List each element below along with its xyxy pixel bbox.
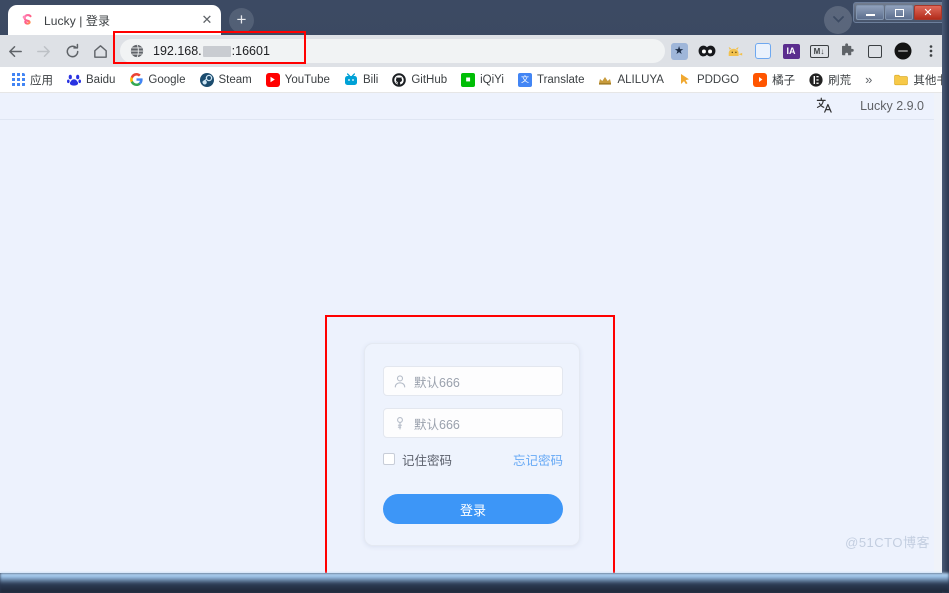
toolbar-icon-group: ★ IA M↓ bbox=[665, 38, 949, 64]
browser-tab-lucky[interactable]: Lucky | 登录 ✕ bbox=[8, 5, 221, 35]
tab-title: Lucky | 登录 bbox=[44, 13, 111, 28]
bookmark-label: YouTube bbox=[284, 73, 330, 86]
page-scrollbar[interactable] bbox=[934, 93, 942, 573]
bookmark-youtube[interactable]: YouTube bbox=[260, 71, 336, 89]
url-redaction-block bbox=[202, 45, 231, 57]
markdown-extension-icon[interactable]: M↓ bbox=[806, 38, 832, 64]
apps-grid-icon bbox=[11, 73, 25, 87]
language-switcher[interactable] bbox=[815, 96, 834, 117]
bookmark-apps[interactable]: 应用 bbox=[5, 70, 59, 90]
extensions-puzzle-icon[interactable] bbox=[834, 38, 860, 64]
bookmark-aliluya[interactable]: ALILUYA bbox=[592, 71, 669, 89]
bookmark-label: GitHub bbox=[411, 73, 448, 86]
bookmark-iqiyi[interactable]: ◼ iQiYi bbox=[455, 71, 510, 89]
bookmark-label: PDDGO bbox=[696, 73, 740, 86]
new-tab-button[interactable]: + bbox=[229, 8, 254, 33]
folder-icon bbox=[894, 73, 909, 87]
steam-icon bbox=[199, 72, 214, 87]
login-submit-button[interactable]: 登录 bbox=[383, 494, 563, 524]
bilibili-icon bbox=[344, 73, 358, 87]
translate-icon: 文 bbox=[517, 72, 532, 87]
remember-password-label: 记住密码 bbox=[402, 453, 453, 468]
bookmark-label: ALILUYA bbox=[617, 73, 664, 86]
page-top-bar: Lucky 2.9.0 bbox=[815, 93, 942, 119]
bookmark-translate[interactable]: 文 Translate bbox=[512, 71, 591, 89]
user-icon bbox=[393, 374, 406, 388]
pddgo-icon bbox=[678, 73, 692, 87]
login-card: 默认666 默认666 记住密码 忘记密码 登录 bbox=[364, 343, 580, 546]
side-panel-icon[interactable] bbox=[862, 38, 888, 64]
username-field[interactable]: 默认666 bbox=[383, 366, 563, 396]
profile-avatar[interactable] bbox=[890, 38, 916, 64]
baidu-icon bbox=[67, 73, 81, 87]
bookmark-shuahuang[interactable]: 刷荒 bbox=[803, 70, 857, 90]
watermark-label: @51CTO博客 bbox=[845, 535, 930, 550]
ia-extension-icon[interactable]: IA bbox=[778, 38, 804, 64]
bookmark-label: Steam bbox=[218, 73, 252, 86]
window-minimize-button[interactable] bbox=[856, 5, 884, 20]
window-frame-right bbox=[942, 0, 949, 593]
blue-extension-icon[interactable] bbox=[750, 38, 776, 64]
bookmark-other-folder[interactable]: 其他书签 bbox=[888, 70, 949, 90]
password-placeholder: 默认666 bbox=[414, 417, 460, 432]
bookmark-github[interactable]: GitHub bbox=[386, 71, 453, 89]
tab-search-chevron-icon[interactable] bbox=[824, 6, 852, 34]
bookmark-label: 橘子 bbox=[772, 74, 796, 87]
bookmark-label: Baidu bbox=[86, 73, 116, 86]
bookmark-label: Bili bbox=[362, 73, 379, 86]
translate-language-icon bbox=[815, 96, 834, 117]
bookmark-bili[interactable]: Bili bbox=[338, 71, 384, 89]
page-header-divider bbox=[0, 119, 942, 120]
bookmark-label: Google bbox=[148, 73, 186, 86]
youtube-icon bbox=[265, 72, 280, 87]
url-prefix: 192.168. bbox=[153, 44, 202, 58]
window-close-button[interactable]: ✕ bbox=[914, 5, 942, 20]
forward-icon[interactable] bbox=[31, 37, 58, 65]
google-icon bbox=[129, 73, 143, 87]
bookmark-star-icon[interactable]: ★ bbox=[666, 38, 692, 64]
iqiyi-icon: ◼ bbox=[461, 72, 476, 87]
bookmark-juzi[interactable]: 橘子 bbox=[747, 70, 801, 90]
juzi-icon bbox=[753, 72, 768, 87]
bookmark-steam[interactable]: Steam bbox=[194, 71, 258, 89]
browser-toolbar: 192.168. :16601 ★ IA M↓ bbox=[0, 35, 949, 67]
bookmark-google[interactable]: Google bbox=[123, 71, 191, 89]
back-icon[interactable] bbox=[2, 37, 29, 65]
tab-close-icon[interactable]: ✕ bbox=[199, 12, 215, 28]
globe-icon bbox=[130, 44, 144, 58]
url-suffix: :16601 bbox=[231, 44, 270, 58]
password-field[interactable]: 默认666 bbox=[383, 408, 563, 438]
bookmark-label: iQiYi bbox=[480, 73, 504, 86]
bookmark-label: 刷荒 bbox=[828, 74, 852, 87]
remember-password-checkbox[interactable] bbox=[383, 453, 395, 465]
bookmark-baidu[interactable]: Baidu bbox=[61, 71, 121, 89]
window-caption-buttons: ✕ bbox=[853, 2, 945, 23]
key-icon bbox=[393, 416, 406, 430]
os-taskbar bbox=[0, 573, 949, 593]
home-icon[interactable] bbox=[88, 37, 115, 65]
shuahuang-icon bbox=[809, 72, 823, 87]
bookmarks-bar: 应用 Baidu Google Steam YouTube Bili GitHu… bbox=[0, 67, 949, 93]
remember-password-row: 记住密码 忘记密码 bbox=[383, 450, 563, 468]
lucky-favicon bbox=[19, 12, 35, 28]
page-viewport: Lucky 2.9.0 默认666 默认666 记住密码 忘记密码 登录 @51… bbox=[0, 93, 942, 573]
panda-extension-icon[interactable] bbox=[694, 38, 720, 64]
bookmark-label: Translate bbox=[536, 73, 585, 86]
reload-icon[interactable] bbox=[59, 37, 86, 65]
app-version-label: Lucky 2.9.0 bbox=[860, 99, 924, 113]
address-bar-url: 192.168. :16601 bbox=[153, 44, 270, 58]
browser-window: Lucky | 登录 ✕ + ✕ 192.168.:16601 ★ IA M↓… bbox=[0, 0, 949, 593]
cat-extension-icon[interactable] bbox=[722, 38, 748, 64]
username-placeholder: 默认666 bbox=[414, 375, 460, 390]
bookmark-label: 应用 bbox=[30, 74, 53, 87]
aliluya-icon bbox=[598, 73, 612, 87]
tab-strip: Lucky | 登录 ✕ + ✕ bbox=[0, 0, 949, 35]
forgot-password-link[interactable]: 忘记密码 bbox=[513, 450, 563, 469]
chrome-menu-icon[interactable] bbox=[918, 38, 944, 64]
bookmark-pddgo[interactable]: PDDGO bbox=[672, 71, 745, 89]
window-maximize-button[interactable] bbox=[885, 5, 913, 20]
github-icon bbox=[392, 72, 407, 87]
bookmarks-overflow-button[interactable]: » bbox=[858, 70, 879, 89]
address-bar[interactable]: 192.168. :16601 bbox=[120, 39, 665, 63]
